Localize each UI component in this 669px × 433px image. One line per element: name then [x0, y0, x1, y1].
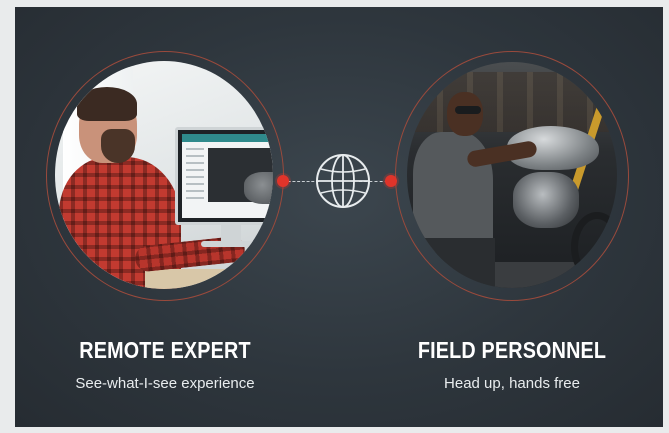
motorcycle-engine	[513, 172, 579, 228]
smart-glasses	[455, 106, 481, 114]
connector-dot-left	[277, 175, 289, 187]
technician-head	[447, 92, 483, 136]
connector-dot-right	[385, 175, 397, 187]
field-personnel-photo	[407, 62, 617, 288]
monitor-sidebar	[186, 148, 204, 204]
technician-legs	[425, 238, 495, 288]
remote-expert-subtitle: See-what-I-see experience	[75, 375, 255, 392]
field-personnel-subtitle: Head up, hands free	[444, 375, 580, 392]
remote-expert-photo	[55, 61, 273, 289]
remote-expert-title: REMOTE EXPERT	[79, 337, 251, 363]
monitor	[175, 127, 273, 225]
monitor-screen	[182, 134, 273, 218]
desk	[145, 269, 273, 289]
monitor-toolbar	[182, 134, 273, 142]
globe-icon	[316, 154, 370, 208]
engine-on-screen	[244, 172, 273, 204]
expert-hair	[77, 87, 137, 121]
monitor-video	[208, 148, 273, 204]
workshop-shelf	[407, 72, 617, 132]
expert-beard	[101, 129, 135, 163]
monitor-base	[201, 241, 261, 247]
infographic-panel: REMOTE EXPERT See-what-I-see experience …	[15, 7, 663, 427]
motorcycle-wheel	[571, 212, 617, 282]
field-personnel-title: FIELD PERSONNEL	[417, 337, 607, 363]
